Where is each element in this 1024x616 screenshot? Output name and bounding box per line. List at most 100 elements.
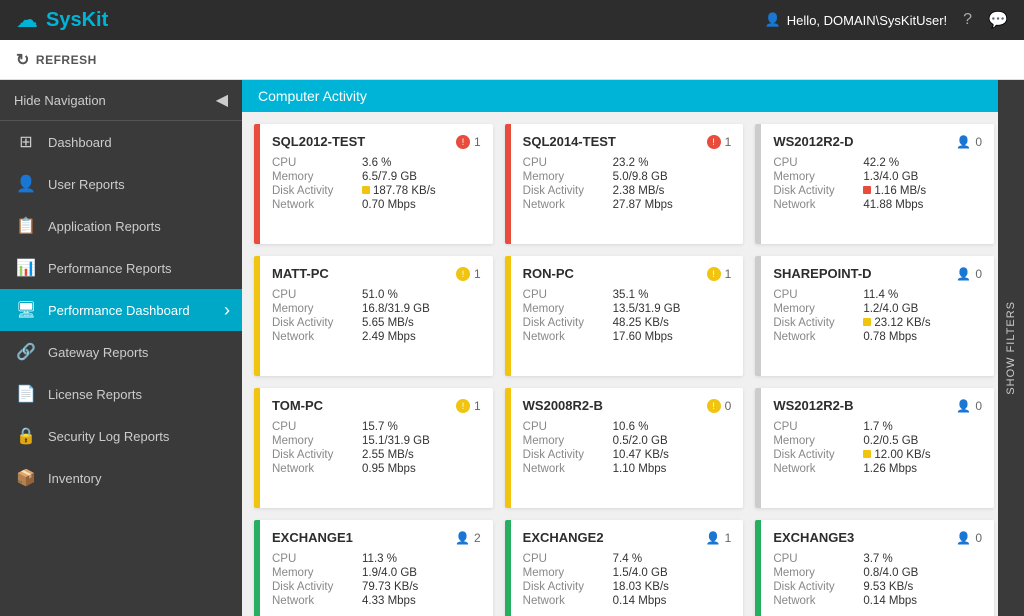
card-header-exchange1: EXCHANGE1 👤 2: [272, 530, 481, 545]
nav-icon-license-reports: 📄: [16, 384, 36, 404]
metric-row: Disk Activity 10.47 KB/s: [523, 449, 732, 461]
metric-label: Network: [272, 463, 362, 475]
metric-value: 2.38 MB/s: [613, 185, 732, 197]
refresh-button[interactable]: ↻ REFRESH: [16, 50, 97, 70]
sidebar-item-security-log-reports[interactable]: 🔒 Security Log Reports: [0, 415, 242, 457]
status-dot-exchange1: 👤: [455, 531, 470, 545]
metric-value: 1.2/4.0 GB: [863, 303, 982, 315]
status-dot-exchange2: 👤: [706, 531, 721, 545]
sidebar-item-performance-dashboard[interactable]: 🖥 Performance Dashboard: [0, 289, 242, 331]
card-inner-sql2014-test: SQL2014-TEST ! 1 CPU 23.2 % Memory 5.0/9…: [511, 124, 744, 244]
card-ws2012r2-d[interactable]: WS2012R2-D 👤 0 CPU 42.2 % Memory 1.3/4.0…: [755, 124, 994, 244]
sidebar-item-license-reports[interactable]: 📄 License Reports: [0, 373, 242, 415]
metric-label: Memory: [523, 303, 613, 315]
metric-label: Memory: [272, 435, 362, 447]
show-filters-label: SHOW FILTERS: [1005, 301, 1017, 395]
nav-label-performance-dashboard: Performance Dashboard: [48, 303, 190, 318]
metric-row: Memory 15.1/31.9 GB: [272, 435, 481, 447]
metric-label: Network: [523, 199, 613, 211]
metric-row: CPU 3.7 %: [773, 553, 982, 565]
metric-row: Memory 1.3/4.0 GB: [773, 171, 982, 183]
sidebar-item-application-reports[interactable]: 📋 Application Reports: [0, 205, 242, 247]
metric-row: Disk Activity 2.38 MB/s: [523, 185, 732, 197]
metric-row: Network 17.60 Mbps: [523, 331, 732, 343]
card-title-exchange3: EXCHANGE3: [773, 530, 854, 545]
hide-navigation-button[interactable]: Hide Navigation ◀: [0, 80, 242, 121]
card-sharepoint-d[interactable]: SHAREPOINT-D 👤 0 CPU 11.4 % Memory 1.2/4…: [755, 256, 994, 376]
help-button[interactable]: ?: [963, 11, 972, 29]
metric-row: Memory 0.2/0.5 GB: [773, 435, 982, 447]
metric-row: Network 0.70 Mbps: [272, 199, 481, 211]
card-sql2014-test[interactable]: SQL2014-TEST ! 1 CPU 23.2 % Memory 5.0/9…: [505, 124, 744, 244]
metric-value: 1.9/4.0 GB: [362, 567, 481, 579]
metric-value: 15.7 %: [362, 421, 481, 433]
metric-value: 23.2 %: [613, 157, 732, 169]
metric-label: Disk Activity: [272, 317, 362, 329]
nav-label-performance-reports: Performance Reports: [48, 261, 172, 276]
metric-value: 16.8/31.9 GB: [362, 303, 481, 315]
metric-label: CPU: [272, 553, 362, 565]
metric-bar-ws2012r2-d: [863, 186, 871, 194]
card-inner-exchange3: EXCHANGE3 👤 0 CPU 3.7 % Memory 0.8/4.0 G…: [761, 520, 994, 616]
user-count-ws2008r2-b: 0: [725, 399, 732, 413]
metric-value: 0.14 Mbps: [613, 595, 732, 607]
sidebar-item-user-reports[interactable]: 👤 User Reports: [0, 163, 242, 205]
card-status-area-ws2012r2-d: 👤 0: [956, 135, 982, 149]
sidebar-item-gateway-reports[interactable]: 🔗 Gateway Reports: [0, 331, 242, 373]
metric-row: Network 0.14 Mbps: [773, 595, 982, 607]
card-ws2008r2-b[interactable]: WS2008R2-B ! 0 CPU 10.6 % Memory 0.5/2.0…: [505, 388, 744, 508]
metric-row: Network 0.78 Mbps: [773, 331, 982, 343]
metric-label: Network: [272, 199, 362, 211]
metric-label: CPU: [272, 157, 362, 169]
card-ws2012r2-b[interactable]: WS2012R2-B 👤 0 CPU 1.7 % Memory 0.2/0.5 …: [755, 388, 994, 508]
metric-row: Network 2.49 Mbps: [272, 331, 481, 343]
show-filters-panel[interactable]: SHOW FILTERS: [998, 112, 1024, 616]
user-count-sql2014-test: 1: [725, 135, 732, 149]
metric-value: 1.5/4.0 GB: [613, 567, 732, 579]
card-sql2012-test[interactable]: SQL2012-TEST ! 1 CPU 3.6 % Memory 6.5/7.…: [254, 124, 493, 244]
metric-label: Disk Activity: [272, 581, 362, 593]
card-tom-pc[interactable]: TOM-PC ! 1 CPU 15.7 % Memory 15.1/31.9 G…: [254, 388, 493, 508]
card-inner-sql2012-test: SQL2012-TEST ! 1 CPU 3.6 % Memory 6.5/7.…: [260, 124, 493, 244]
card-metrics-sharepoint-d: CPU 11.4 % Memory 1.2/4.0 GB Disk Activi…: [773, 289, 982, 343]
content-scroll-wrapper[interactable]: SQL2012-TEST ! 1 CPU 3.6 % Memory 6.5/7.…: [242, 112, 1024, 616]
card-exchange1[interactable]: EXCHANGE1 👤 2 CPU 11.3 % Memory 1.9/4.0 …: [254, 520, 493, 616]
metric-value: 13.5/31.9 GB: [613, 303, 732, 315]
metric-label: Disk Activity: [773, 185, 863, 197]
metric-value: 1.16 MB/s: [863, 185, 982, 197]
metric-label: Disk Activity: [523, 581, 613, 593]
topbar-user: 👤 Hello, DOMAIN\SysKitUser!: [765, 12, 948, 28]
metric-row: Memory 16.8/31.9 GB: [272, 303, 481, 315]
card-metrics-ws2012r2-b: CPU 1.7 % Memory 0.2/0.5 GB Disk Activit…: [773, 421, 982, 475]
metric-row: Network 1.10 Mbps: [523, 463, 732, 475]
metric-label: Memory: [272, 303, 362, 315]
metric-row: CPU 15.7 %: [272, 421, 481, 433]
card-ron-pc[interactable]: RON-PC ! 1 CPU 35.1 % Memory 13.5/31.9 G…: [505, 256, 744, 376]
nav-icon-dashboard: ⊞: [16, 132, 36, 152]
nav-icon-inventory: 📦: [16, 468, 36, 488]
metric-value: 23.12 KB/s: [863, 317, 982, 329]
message-button[interactable]: 💬: [988, 10, 1008, 30]
user-count-sql2012-test: 1: [474, 135, 481, 149]
metric-row: CPU 35.1 %: [523, 289, 732, 301]
metric-row: Disk Activity 1.16 MB/s: [773, 185, 982, 197]
card-matt-pc[interactable]: MATT-PC ! 1 CPU 51.0 % Memory 16.8/31.9 …: [254, 256, 493, 376]
card-exchange2[interactable]: EXCHANGE2 👤 1 CPU 7.4 % Memory 1.5/4.0 G…: [505, 520, 744, 616]
card-inner-ws2008r2-b: WS2008R2-B ! 0 CPU 10.6 % Memory 0.5/2.0…: [511, 388, 744, 508]
card-inner-sharepoint-d: SHAREPOINT-D 👤 0 CPU 11.4 % Memory 1.2/4…: [761, 256, 994, 376]
content-area: Computer Activity SQL2012-TEST ! 1 CPU 3…: [242, 80, 1024, 616]
sidebar-item-inventory[interactable]: 📦 Inventory: [0, 457, 242, 499]
metric-row: CPU 42.2 %: [773, 157, 982, 169]
syskit-logo-text: SysKit: [46, 9, 108, 32]
nav-icon-security-log-reports: 🔒: [16, 426, 36, 446]
card-header-ws2008r2-b: WS2008R2-B ! 0: [523, 398, 732, 413]
metric-label: Disk Activity: [773, 449, 863, 461]
metric-label: Disk Activity: [523, 185, 613, 197]
card-header-tom-pc: TOM-PC ! 1: [272, 398, 481, 413]
sidebar-item-dashboard[interactable]: ⊞ Dashboard: [0, 121, 242, 163]
sidebar-item-performance-reports[interactable]: 📊 Performance Reports: [0, 247, 242, 289]
card-header-exchange3: EXCHANGE3 👤 0: [773, 530, 982, 545]
metric-value: 1.10 Mbps: [613, 463, 732, 475]
card-exchange3[interactable]: EXCHANGE3 👤 0 CPU 3.7 % Memory 0.8/4.0 G…: [755, 520, 994, 616]
metric-value: 1.26 Mbps: [863, 463, 982, 475]
